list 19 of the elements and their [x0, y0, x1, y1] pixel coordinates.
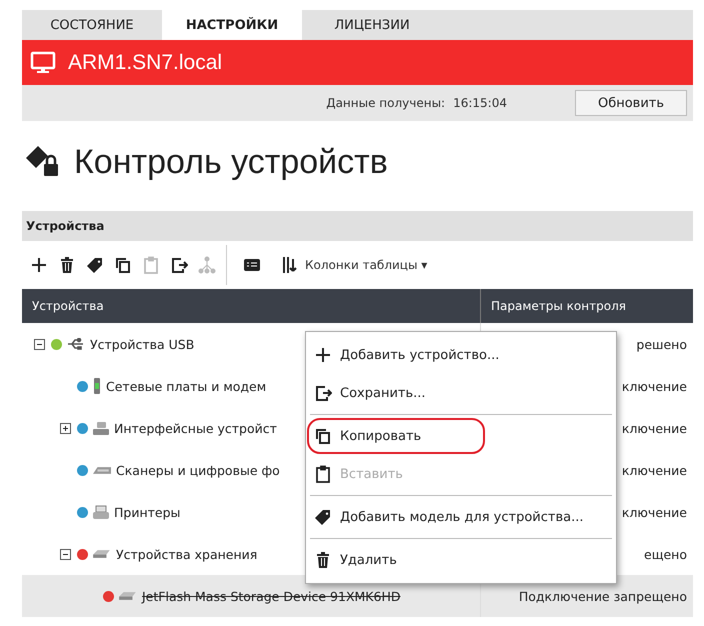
- device-name: JetFlash Mass Storage Device 91XMK6HD: [142, 588, 400, 604]
- control-setting: ключение: [622, 378, 687, 394]
- device-name: Интерфейсные устройст: [114, 420, 277, 436]
- device-name: Принтеры: [114, 504, 180, 520]
- control-setting: Подключение запрещено: [518, 588, 687, 604]
- device-name: Сетевые платы и модем: [106, 378, 266, 394]
- section-header: Устройства: [22, 211, 693, 241]
- control-setting: решено: [636, 336, 687, 352]
- device-name: Устройства USB: [90, 336, 194, 352]
- host-name: ARM1.SN7.local: [68, 50, 222, 74]
- control-setting: ещено: [644, 546, 687, 562]
- control-setting: ключение: [622, 420, 687, 436]
- status-label: Данные получены:: [326, 96, 446, 110]
- control-setting: ключение: [622, 462, 687, 478]
- page-title: Контроль устройств: [74, 142, 388, 182]
- control-setting: ключение: [622, 504, 687, 520]
- status-time: 16:15:04: [453, 96, 507, 110]
- device-name: Сканеры и цифровые фо: [116, 462, 280, 478]
- device-name: Устройства хранения: [116, 546, 258, 562]
